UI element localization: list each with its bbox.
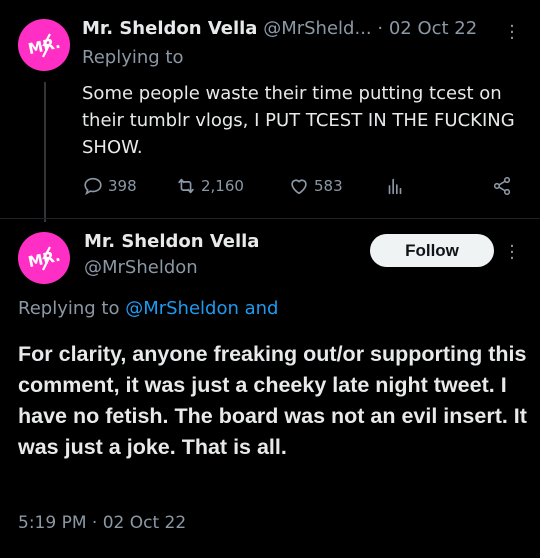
tweet-header: Mr. Sheldon Vella @MrSheld... · 02 Oct 2… xyxy=(82,18,477,39)
replying-to-label: Replying to xyxy=(82,47,184,68)
retweet-count: 2,160 xyxy=(201,177,244,195)
tweet-date[interactable]: · 02 Oct 22 xyxy=(377,18,477,39)
more-icon[interactable]: · · · xyxy=(507,18,517,48)
reply-count: 398 xyxy=(108,177,137,195)
more-icon[interactable]: · · · xyxy=(507,238,517,268)
thread-line xyxy=(44,82,46,222)
username[interactable]: @MrSheldon xyxy=(84,257,198,278)
username[interactable]: @MrSheld... xyxy=(263,18,371,39)
display-name[interactable]: Mr. Sheldon Vella xyxy=(82,18,257,39)
retweet-icon xyxy=(178,178,194,194)
stats-button[interactable] xyxy=(384,175,406,197)
like-count: 583 xyxy=(314,177,343,195)
retweet-button[interactable]: 2,160 xyxy=(175,175,244,197)
like-icon xyxy=(291,179,307,195)
reply-button[interactable]: 398 xyxy=(82,175,137,197)
tweet-text: For clarity, anyone freaking out/or supp… xyxy=(18,342,527,459)
follow-button[interactable]: Follow xyxy=(370,234,494,267)
tweet-text: Some people waste their time putting tce… xyxy=(82,83,515,158)
stats-icon xyxy=(388,178,402,195)
logo-icon: MR. xyxy=(26,33,62,58)
avatar[interactable]: MR. xyxy=(18,232,70,284)
divider xyxy=(0,218,540,219)
replying-to: Replying to @MrSheldon and xyxy=(18,298,278,319)
logo-icon: MR. xyxy=(26,246,62,271)
like-button[interactable]: 583 xyxy=(288,175,343,197)
share-button[interactable] xyxy=(491,175,513,197)
replying-to-label: Replying to xyxy=(18,298,126,319)
tweet-reply-1[interactable]: MR. Mr. Sheldon Vella @MrSheld... · 02 O… xyxy=(0,0,540,222)
replying-to-link[interactable]: @MrSheldon and xyxy=(125,298,278,319)
display-name[interactable]: Mr. Sheldon Vella xyxy=(84,231,259,252)
share-icon xyxy=(493,176,511,196)
avatar[interactable]: MR. xyxy=(18,19,70,71)
reply-icon xyxy=(84,177,102,196)
tweet-actions: 398 2,160 583 xyxy=(82,175,522,199)
tweet-timestamp[interactable]: 5:19 PM · 02 Oct 22 xyxy=(18,513,186,533)
